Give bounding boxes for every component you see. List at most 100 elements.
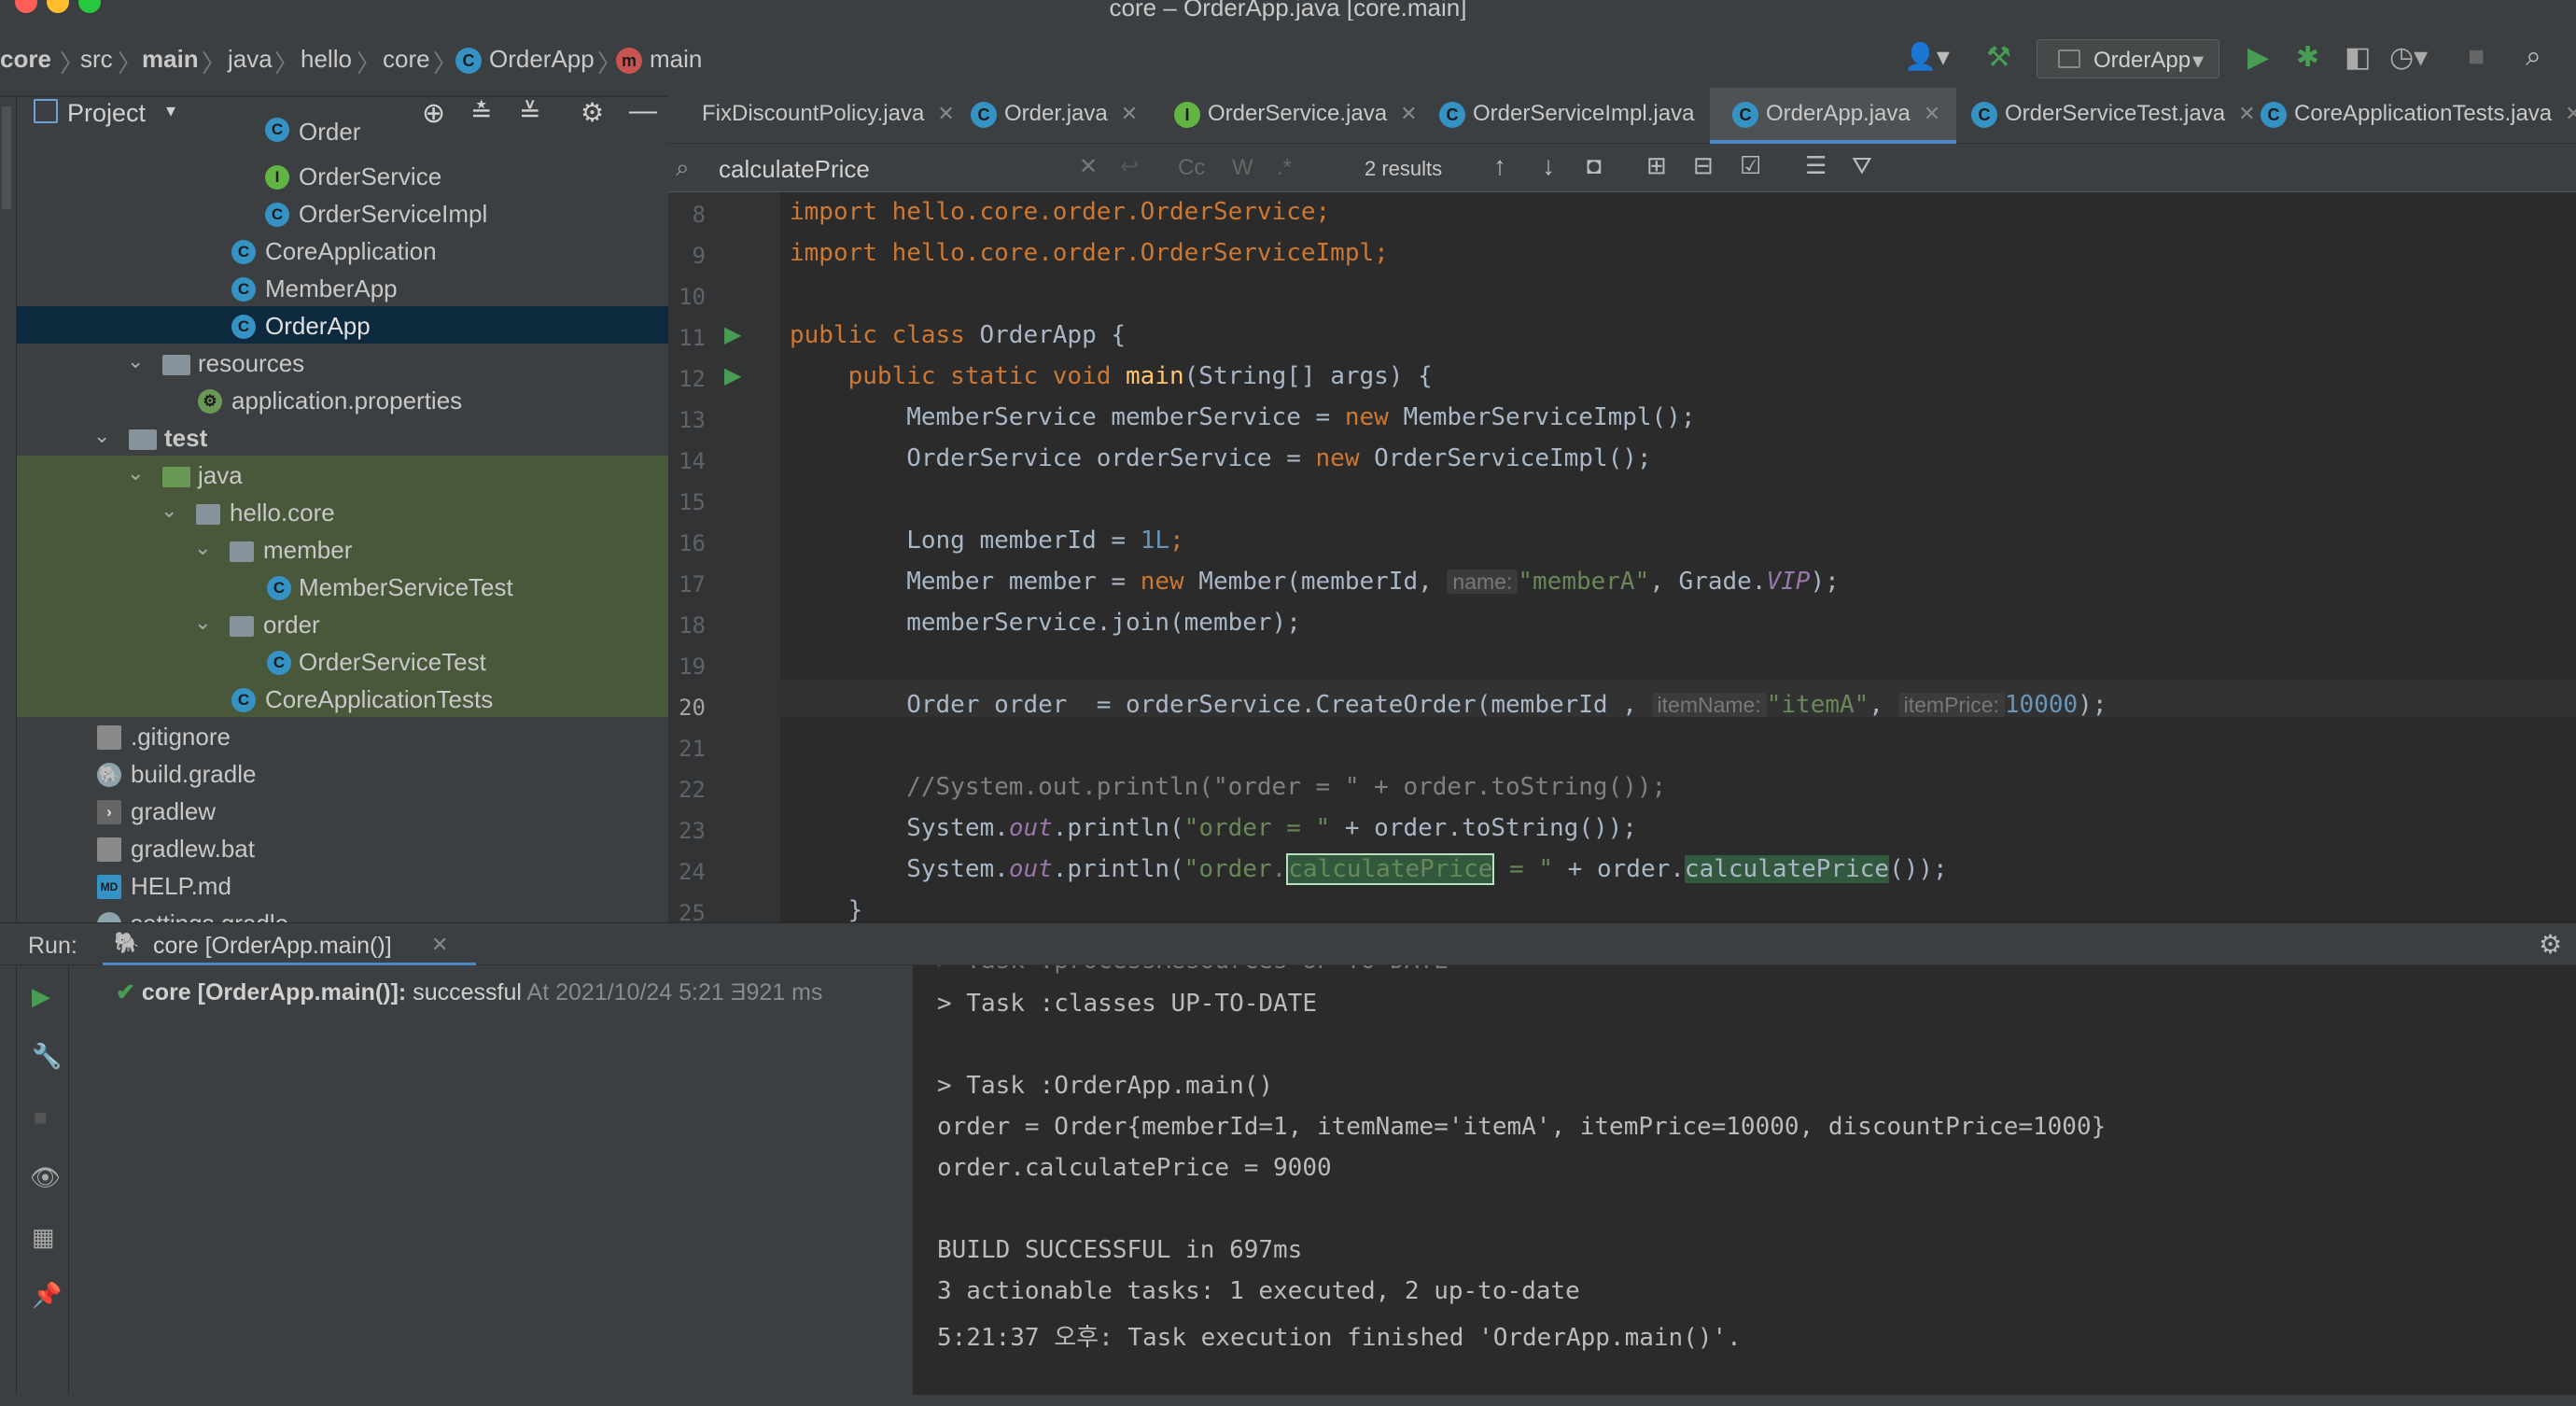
tab-orderservicetest[interactable]: C OrderServiceTest.java ✕: [1956, 88, 2259, 144]
chevron-down-icon[interactable]: ⌄: [93, 424, 110, 448]
breadcrumb-java[interactable]: java: [228, 45, 273, 74]
tree-item-help-md[interactable]: MD HELP.md: [17, 866, 668, 904]
tree-item-resources[interactable]: ⌄ resources: [17, 344, 668, 381]
run-gutter-icon[interactable]: ▶: [724, 362, 741, 389]
select-all-occurrences-icon[interactable]: ◘: [1587, 151, 1602, 180]
wrench-icon[interactable]: 🔧: [32, 1042, 62, 1071]
chevron-down-icon[interactable]: ⌄: [127, 461, 144, 485]
search-input[interactable]: calculatePrice: [719, 155, 870, 184]
close-icon[interactable]: ✕: [1924, 102, 1940, 125]
code-line-23[interactable]: System.out.println("order = " + order.to…: [790, 814, 1637, 842]
breadcrumb-core[interactable]: core: [0, 45, 51, 74]
tree-item-hello-core[interactable]: ⌄ hello.core: [17, 493, 668, 530]
add-occurrence-icon[interactable]: ⊞: [1646, 151, 1667, 180]
settings-gear-icon[interactable]: ⚙: [581, 97, 604, 128]
tab-orderapp[interactable]: C OrderApp.java ✕: [1710, 88, 1956, 144]
tree-item-orderservice[interactable]: I OrderService: [17, 157, 668, 194]
code-line-22[interactable]: //System.out.println("order = " + order.…: [790, 773, 1666, 801]
profile-icon[interactable]: ◷▾: [2389, 41, 2428, 74]
breadcrumb-hello[interactable]: hello: [301, 45, 352, 74]
tree-item-gitignore[interactable]: .gitignore: [17, 717, 668, 754]
code-line-20[interactable]: Order order = orderService.CreateOrder(m…: [790, 691, 2107, 719]
chevron-down-icon[interactable]: ⌄: [194, 611, 211, 635]
build-hammer-icon[interactable]: ⚒: [1986, 41, 2011, 74]
whole-word-toggle[interactable]: W: [1232, 155, 1253, 181]
match-case-toggle[interactable]: Cc: [1178, 155, 1205, 181]
close-icon[interactable]: ✕: [1121, 102, 1138, 125]
expand-all-icon[interactable]: ≛: [470, 97, 492, 128]
tree-item-gradlew[interactable]: › gradlew: [17, 792, 668, 829]
run-configuration-select[interactable]: OrderApp ▾: [2037, 39, 2219, 78]
tree-item-build-gradle[interactable]: 🐘 build.gradle: [17, 754, 668, 792]
tab-fixdiscountpolicy[interactable]: FixDiscountPolicy.java ✕: [668, 88, 955, 144]
tree-item-test[interactable]: ⌄ test: [17, 418, 668, 456]
stop-icon[interactable]: ■: [34, 1105, 48, 1132]
project-view-selector[interactable]: Project: [67, 99, 146, 128]
tree-item-java[interactable]: ⌄ java: [17, 456, 668, 493]
code-line-13[interactable]: MemberService memberService = new Member…: [790, 403, 1695, 431]
remove-occurrence-icon[interactable]: ⊟: [1693, 151, 1714, 180]
clear-search-icon[interactable]: ✕: [1079, 153, 1098, 180]
eye-icon[interactable]: 👁: [30, 1163, 61, 1192]
close-icon[interactable]: ✕: [2565, 102, 2576, 125]
tree-item-application-properties[interactable]: ⚙ application.properties: [17, 381, 668, 418]
code-line-18[interactable]: memberService.join(member);: [790, 609, 1301, 637]
debug-icon[interactable]: ✱: [2296, 41, 2319, 74]
close-icon[interactable]: ✕: [431, 933, 448, 957]
chevron-down-icon[interactable]: ⌄: [127, 349, 144, 373]
code-line-8[interactable]: import hello.core.order.OrderService;: [790, 198, 1330, 226]
chevron-down-icon[interactable]: ⌄: [194, 536, 211, 560]
breadcrumb-main[interactable]: main: [142, 45, 199, 74]
breadcrumb-core-pkg[interactable]: core: [383, 45, 430, 74]
code-line-17[interactable]: Member member = new Member(memberId, nam…: [790, 568, 1840, 596]
code-line-9[interactable]: import hello.core.order.OrderServiceImpl…: [790, 239, 1389, 267]
settings-gear-icon[interactable]: ⚙: [2539, 929, 2562, 960]
close-icon[interactable]: ✕: [1400, 102, 1417, 125]
tree-item-orderserviceimpl[interactable]: C OrderServiceImpl: [17, 194, 668, 232]
rerun-icon[interactable]: ▶: [32, 982, 50, 1011]
run-result-item[interactable]: ✔ core [OrderApp.main()]: successful At …: [116, 978, 822, 1006]
layout-icon[interactable]: ▦: [32, 1223, 55, 1252]
history-icon[interactable]: ↩: [1120, 153, 1139, 180]
filter-options-icon[interactable]: ☰: [1805, 151, 1827, 180]
tree-item-memberapp[interactable]: C MemberApp: [17, 269, 668, 306]
breadcrumb-orderapp[interactable]: C OrderApp: [455, 45, 595, 75]
breadcrumb-src[interactable]: src: [80, 45, 113, 74]
code-line-14[interactable]: OrderService orderService = new OrderSer…: [790, 444, 1651, 472]
code-line-12[interactable]: public static void main(String[] args) {: [790, 362, 1433, 390]
console-output[interactable]: > Task :processResources UP-TO-DATE > Ta…: [915, 965, 2576, 1395]
filter-icon[interactable]: ⛛: [1852, 151, 1872, 181]
search-everywhere-icon[interactable]: ⌕: [2526, 41, 2541, 73]
chevron-down-icon[interactable]: ⌄: [161, 499, 177, 523]
tree-item-coreapplication[interactable]: C CoreApplication: [17, 232, 668, 269]
code-line-25[interactable]: }: [790, 896, 863, 922]
tree-item-settings-gradle[interactable]: settings.gradle: [17, 904, 668, 922]
breadcrumb-main-method[interactable]: m main: [616, 45, 702, 75]
code-line-16[interactable]: Long memberId = 1L;: [790, 527, 1183, 555]
hide-panel-icon[interactable]: —: [629, 97, 657, 127]
pin-icon[interactable]: 📌: [32, 1281, 62, 1310]
tree-item-orderservicetest[interactable]: C OrderServiceTest: [17, 642, 668, 680]
coverage-icon[interactable]: ◧: [2345, 41, 2371, 74]
tree-item-order-pkg[interactable]: ⌄ order: [17, 605, 668, 642]
collapse-all-icon[interactable]: ≚: [519, 97, 540, 128]
code-line-24[interactable]: System.out.println("order.calculatePrice…: [790, 853, 1948, 885]
project-tool-button[interactable]: [2, 106, 11, 209]
code-line-11[interactable]: public class OrderApp {: [790, 321, 1126, 349]
run-tab[interactable]: 🐘 core [OrderApp.main()] ✕: [103, 923, 476, 966]
tree-item-member[interactable]: ⌄ member: [17, 530, 668, 568]
tab-coreapplicationtests[interactable]: C CoreApplicationTests.java ✕: [2259, 88, 2576, 144]
user-icon[interactable]: 👤▾: [1904, 41, 1950, 72]
tree-item-coreapplicationtests[interactable]: C CoreApplicationTests: [17, 680, 668, 717]
select-all-icon[interactable]: ☑: [1740, 151, 1761, 180]
tree-item-memberservicetest[interactable]: C MemberServiceTest: [17, 568, 668, 605]
run-gutter-icon[interactable]: ▶: [724, 321, 741, 348]
tree-item-orderapp[interactable]: C OrderApp: [17, 306, 668, 344]
locate-icon[interactable]: ⊕: [422, 97, 445, 130]
previous-occurrence-icon[interactable]: ↑: [1493, 151, 1506, 181]
regex-toggle[interactable]: .*: [1277, 155, 1292, 181]
run-icon[interactable]: ▶: [2247, 41, 2269, 74]
stop-icon[interactable]: ■: [2468, 41, 2485, 73]
tree-item-gradlew-bat[interactable]: gradlew.bat: [17, 829, 668, 866]
close-icon[interactable]: ✕: [2238, 102, 2255, 125]
